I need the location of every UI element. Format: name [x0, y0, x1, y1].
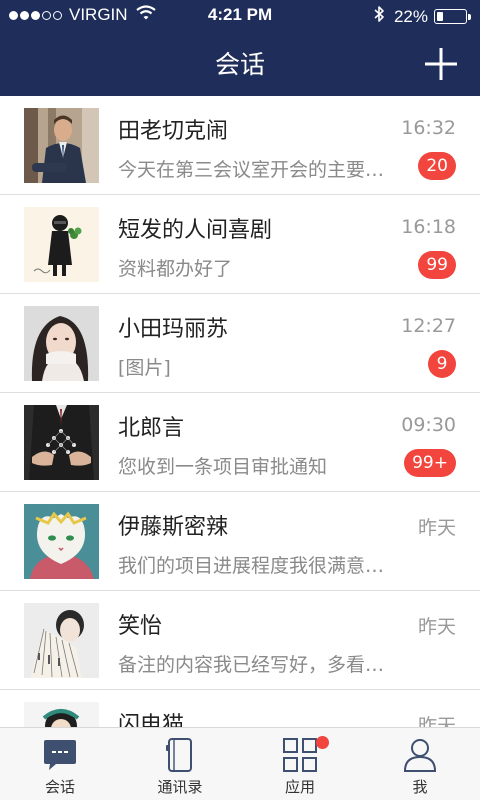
- message-time: 09:30: [401, 414, 456, 436]
- tab-label: 应用: [284, 778, 315, 796]
- message-time: 16:32: [401, 117, 456, 139]
- avatar: [24, 702, 99, 727]
- message-time: 昨天: [417, 517, 456, 539]
- status-left: VIRGIN: [9, 5, 156, 25]
- apps-notification-dot: [316, 736, 329, 749]
- conversation-item[interactable]: 闪电猫 昨天: [0, 690, 480, 727]
- tab-contacts[interactable]: 通讯录: [120, 728, 240, 800]
- page-title: 会话: [214, 50, 265, 79]
- avatar: [24, 504, 99, 579]
- message-preview: 您收到一条项目审批通知: [118, 456, 328, 478]
- contact-name: 短发的人间喜剧: [118, 218, 273, 243]
- add-button[interactable]: [424, 47, 458, 81]
- top-header: VIRGIN 4:21 PM 22% 会话: [0, 0, 480, 96]
- contact-name: 小田玛丽苏: [118, 317, 229, 342]
- message-time: 12:27: [401, 315, 456, 337]
- unread-badge: 99+: [404, 449, 456, 477]
- chat-bubble-icon: [44, 740, 76, 770]
- battery-icon: [434, 9, 467, 24]
- message-preview: 备注的内容我已经写好，多看看吧: [118, 654, 398, 676]
- message-preview: 资料都办好了: [118, 258, 233, 280]
- tab-me[interactable]: 我: [360, 728, 480, 800]
- wifi-icon: [135, 5, 156, 25]
- contact-name: 田老切克闹: [118, 119, 229, 144]
- tab-label: 我: [412, 778, 428, 796]
- tab-bar: 会话 通讯录 应用 我: [0, 727, 480, 800]
- signal-strength-icon: [9, 10, 64, 20]
- message-preview: 我们的项目进展程度我很满意，继续加油: [118, 555, 398, 577]
- person-icon: [403, 739, 437, 772]
- contact-name: 闪电猫: [118, 713, 185, 727]
- avatar: [24, 603, 99, 678]
- contact-name: 伊藤斯密辣: [118, 515, 229, 540]
- status-bar: VIRGIN 4:21 PM 22%: [0, 0, 480, 32]
- conversation-item[interactable]: 伊藤斯密辣 昨天 我们的项目进展程度我很满意，继续加油: [0, 492, 480, 591]
- tab-apps[interactable]: 应用: [240, 728, 360, 800]
- conversation-item[interactable]: 短发的人间喜剧 16:18 资料都办好了 99: [0, 195, 480, 294]
- conversation-item[interactable]: 田老切克闹 16:32 今天在第三会议室开会的主要内容是关于项目 20: [0, 96, 480, 195]
- unread-badge: 9: [428, 350, 456, 378]
- message-time: 昨天: [417, 616, 456, 638]
- contact-name: 北郎言: [118, 416, 185, 441]
- tab-label: 会话: [44, 778, 75, 796]
- unread-badge: 20: [418, 152, 456, 180]
- contact-name: 笑怡: [118, 614, 163, 639]
- avatar: [24, 108, 99, 183]
- tab-conversations[interactable]: 会话: [0, 728, 120, 800]
- unread-badge: 99: [418, 251, 456, 279]
- avatar: [24, 405, 99, 480]
- message-preview: [图片]: [118, 357, 171, 379]
- battery-fill: [437, 12, 443, 21]
- conversation-list: 田老切克闹 16:32 今天在第三会议室开会的主要内容是关于项目 20 短发的人…: [0, 96, 480, 727]
- status-right: 22%: [374, 5, 471, 28]
- battery-percent: 22%: [393, 6, 428, 26]
- avatar: [24, 306, 99, 381]
- plus-icon: [425, 48, 457, 80]
- avatar: [24, 207, 99, 282]
- message-time: 16:18: [401, 216, 456, 238]
- bluetooth-icon: [374, 5, 385, 28]
- tab-label: 通讯录: [157, 778, 203, 796]
- apps-grid-icon: [283, 738, 317, 772]
- conversation-item[interactable]: 北郎言 09:30 您收到一条项目审批通知 99+: [0, 393, 480, 492]
- conversation-item[interactable]: 笑怡 昨天 备注的内容我已经写好，多看看吧: [0, 591, 480, 690]
- battery-tip: [468, 13, 471, 20]
- carrier-name: VIRGIN: [69, 5, 128, 24]
- conversation-item[interactable]: 小田玛丽苏 12:27 [图片] 9: [0, 294, 480, 393]
- contacts-book-icon: [166, 738, 192, 772]
- message-time: 昨天: [417, 715, 456, 727]
- message-preview: 今天在第三会议室开会的主要内容是关于项目: [118, 159, 398, 181]
